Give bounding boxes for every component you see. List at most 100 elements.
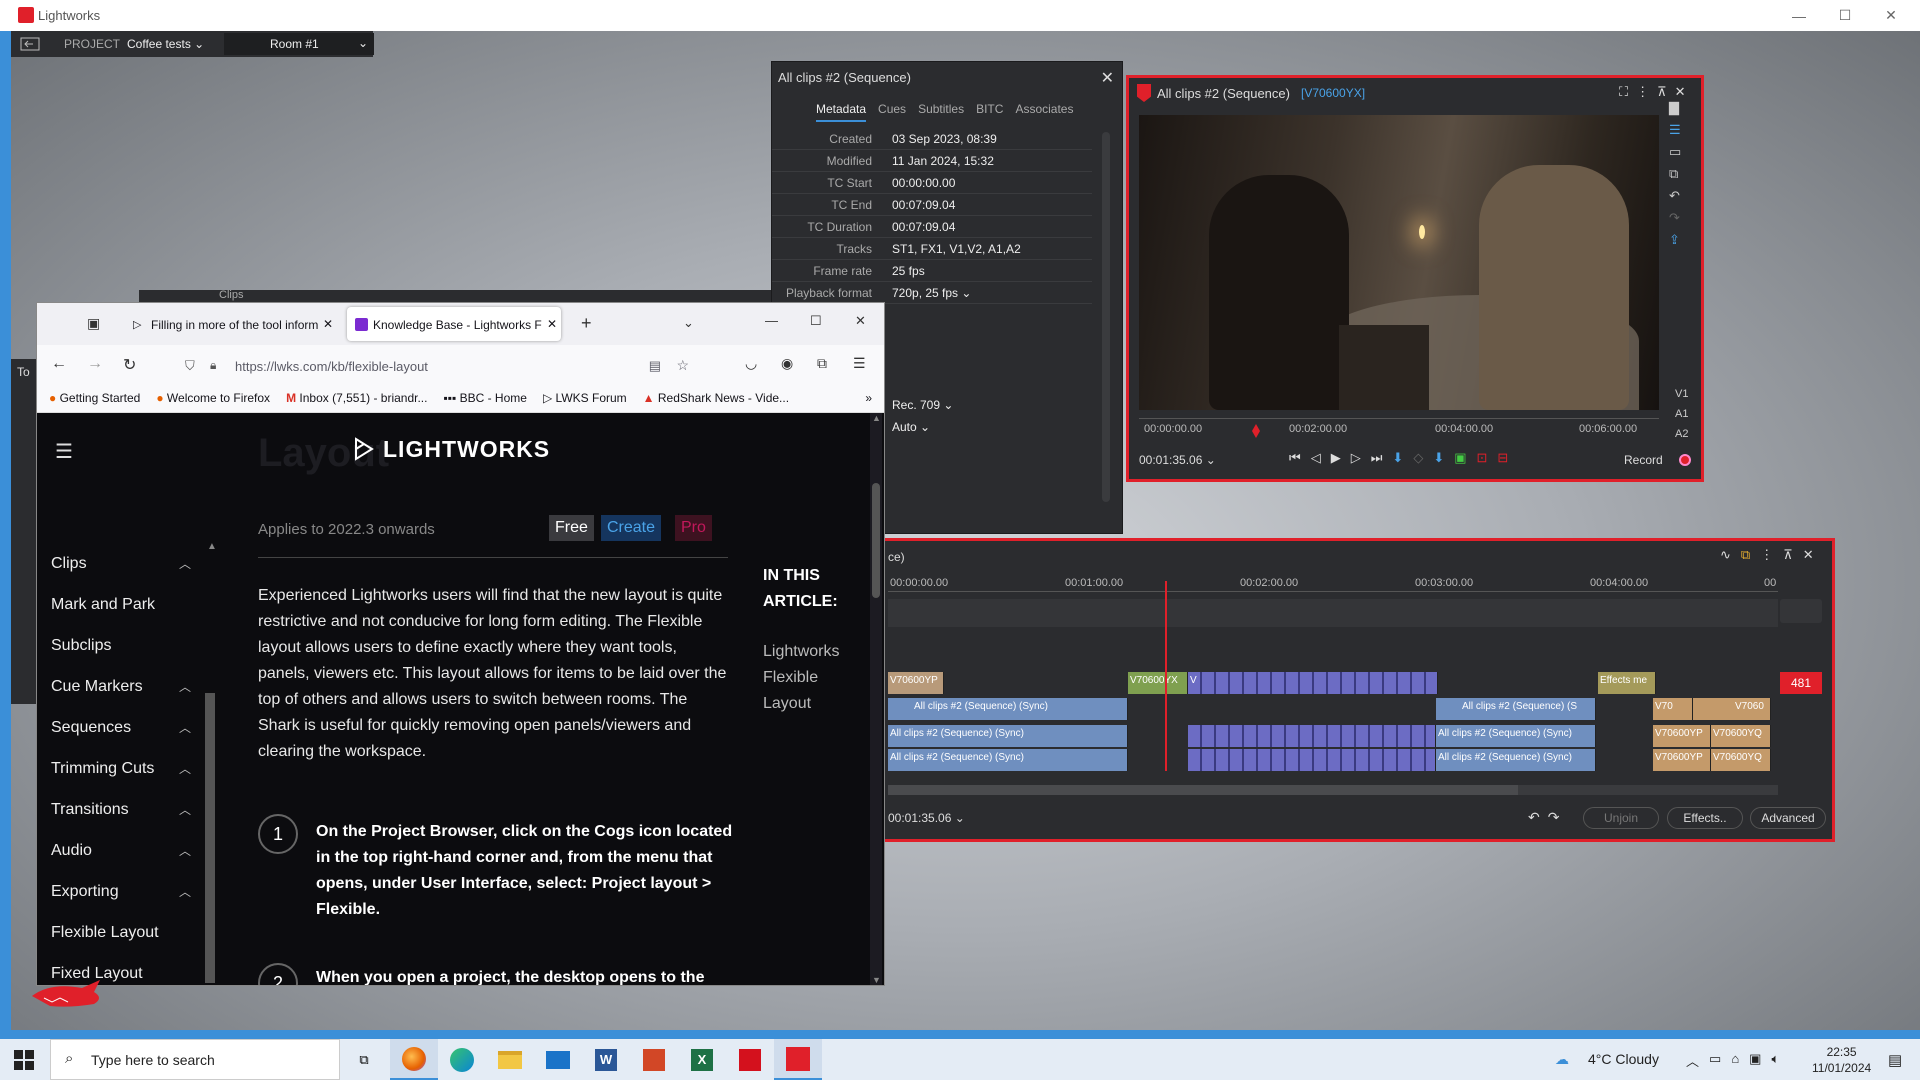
- viewer-ruler[interactable]: 00:00:00.00 00:02:00.00 00:04:00.00 00:0…: [1139, 418, 1659, 440]
- playback-format-dropdown[interactable]: 720p, 25 fps ⌄: [892, 286, 971, 300]
- track-label-v1[interactable]: V1: [1675, 388, 1688, 400]
- list-all-tabs-icon[interactable]: ⌄: [683, 315, 694, 331]
- sidebar-item-exporting[interactable]: Exporting ︿: [51, 883, 191, 901]
- close-tab-icon[interactable]: ✕: [319, 317, 333, 331]
- close-button[interactable]: ✕: [1868, 0, 1914, 31]
- metadata-value[interactable]: 25 fps: [892, 264, 925, 278]
- sidebar-scrollbar[interactable]: [205, 693, 215, 983]
- metadata-value[interactable]: 11 Jan 2024, 15:32: [892, 154, 994, 168]
- timeline-clip[interactable]: V7060: [1693, 698, 1771, 720]
- track-header[interactable]: [1780, 599, 1822, 623]
- timeline-clip-group[interactable]: [1188, 725, 1436, 747]
- close-icon[interactable]: ✕: [1675, 84, 1686, 100]
- shark-icon[interactable]: [30, 978, 106, 1010]
- edge-taskbar-icon[interactable]: [438, 1039, 486, 1080]
- lightworks-taskbar-icon[interactable]: [774, 1039, 822, 1080]
- record-label[interactable]: Record: [1624, 453, 1663, 467]
- mark-out-icon[interactable]: ⬇: [1433, 450, 1444, 466]
- metadata-value[interactable]: 03 Sep 2023, 08:39: [892, 132, 997, 146]
- timeline-clip[interactable]: V70600YP: [888, 672, 944, 694]
- reload-icon[interactable]: ↻: [123, 355, 136, 375]
- scrollbar-thumb[interactable]: [872, 483, 880, 598]
- taskbar-search[interactable]: ⌕ Type here to search: [50, 1039, 340, 1080]
- timeline-clip[interactable]: All clips #2 (Sequence) (Sync): [1436, 749, 1596, 771]
- sync-icon[interactable]: ⧉: [1741, 547, 1750, 563]
- metadata-value[interactable]: 00:07:09.04: [892, 220, 955, 234]
- browser-tab[interactable]: ▷ Filling in more of the tool inform ✕: [125, 307, 337, 341]
- timeline-clip[interactable]: Effects me: [1598, 672, 1656, 694]
- minimize-button[interactable]: —: [1776, 0, 1822, 31]
- bookmark-item[interactable]: ▲ RedShark News - Vide...: [643, 391, 789, 412]
- close-icon[interactable]: ✕: [1101, 68, 1114, 88]
- timeline-clip-group[interactable]: [1188, 749, 1436, 771]
- lock-icon[interactable]: 🔒︎: [210, 358, 216, 373]
- lightworks-logo[interactable]: LIGHTWORKS: [383, 436, 550, 463]
- playhead-marker[interactable]: [1252, 424, 1260, 438]
- mark-in-icon[interactable]: ⬇: [1392, 450, 1403, 466]
- more-options-icon[interactable]: ⋮: [1760, 547, 1773, 563]
- project-name-dropdown[interactable]: Coffee tests ⌄: [127, 37, 204, 51]
- extensions-icon[interactable]: ⧉: [817, 355, 827, 372]
- excel-icon[interactable]: X: [678, 1039, 726, 1080]
- page-scrollbar[interactable]: ▲ ▼: [870, 413, 882, 985]
- notification-icon[interactable]: ▤: [1888, 1051, 1902, 1069]
- bookmark-star-icon[interactable]: ☆: [676, 357, 689, 374]
- mail-icon[interactable]: [534, 1039, 582, 1080]
- step-back-icon[interactable]: ◁: [1311, 450, 1321, 466]
- timeline-clip[interactable]: All clips #2 (Sequence) (S: [1436, 698, 1596, 720]
- play-icon[interactable]: ▶: [1331, 450, 1341, 466]
- timeline-clip-group[interactable]: V: [1188, 672, 1438, 694]
- bookmark-item[interactable]: ● Welcome to Firefox: [156, 391, 270, 412]
- task-view-icon[interactable]: ⧉: [340, 1039, 388, 1080]
- display-icon[interactable]: ▣: [1749, 1051, 1761, 1070]
- tab-bitc[interactable]: BITC: [976, 102, 1003, 122]
- timeline-clip[interactable]: All clips #2 (Sequence) (Sync): [888, 698, 1128, 720]
- auto-dropdown[interactable]: Auto ⌄: [892, 420, 930, 434]
- maximize-button[interactable]: ☐: [1822, 0, 1868, 31]
- video-frame[interactable]: [1139, 115, 1659, 410]
- folder-icon[interactable]: ▇: [1669, 100, 1689, 118]
- reader-view-icon[interactable]: ▤: [649, 358, 661, 374]
- start-icon[interactable]: [14, 1050, 34, 1070]
- replace-icon[interactable]: ⊡: [1477, 450, 1488, 466]
- timeline-clip[interactable]: All clips #2 (Sequence) (Sync): [1436, 725, 1596, 747]
- maximize-button[interactable]: ☐: [810, 313, 822, 329]
- tab-associates[interactable]: Associates: [1015, 102, 1073, 122]
- chevron-up-icon[interactable]: ▲: [872, 413, 881, 423]
- step-forward-icon[interactable]: ▷: [1351, 450, 1361, 466]
- firefox-taskbar-icon[interactable]: [390, 1039, 438, 1080]
- timeline-clip[interactable]: V70: [1653, 698, 1693, 720]
- timeline-playhead[interactable]: [1165, 581, 1167, 771]
- track-label-a1[interactable]: A1: [1675, 408, 1688, 420]
- weather-icon[interactable]: ☁: [1555, 1051, 1569, 1068]
- advanced-button[interactable]: Advanced: [1750, 807, 1826, 829]
- mark-icon[interactable]: ◇: [1413, 450, 1423, 466]
- pin-icon[interactable]: ⊼: [1783, 547, 1793, 563]
- room-dropdown[interactable]: Room #1 ⌄: [224, 33, 374, 55]
- more-options-icon[interactable]: ⋮: [1636, 84, 1649, 100]
- pin-icon[interactable]: ⊼: [1657, 84, 1667, 100]
- timeline-clip[interactable]: All clips #2 (Sequence) (Sync): [888, 725, 1128, 747]
- go-to-start-icon[interactable]: ⏮: [1289, 450, 1301, 466]
- track-label-a2[interactable]: A2: [1675, 428, 1688, 440]
- url-bar[interactable]: ⛉ 🔒︎ https://lwks.com/kb/flexible-layout…: [185, 352, 697, 380]
- bookmark-item[interactable]: ● Getting Started: [49, 391, 140, 412]
- minimize-button[interactable]: —: [765, 313, 778, 328]
- close-tab-icon[interactable]: ✕: [543, 317, 557, 331]
- timeline-clip[interactable]: All clips #2 (Sequence) (Sync): [888, 749, 1128, 771]
- tracking-shield-icon[interactable]: ⛉: [185, 358, 195, 374]
- volume-icon[interactable]: 🔈︎: [1771, 1051, 1779, 1070]
- timeline-clip[interactable]: V70600YQ: [1711, 725, 1771, 747]
- sidebar-item-flexible-layout[interactable]: Flexible Layout: [51, 924, 191, 942]
- new-tab-icon[interactable]: +: [581, 313, 592, 334]
- export-icon[interactable]: ⇪: [1669, 232, 1689, 250]
- viewer-mode-icon[interactable]: ▭: [1669, 144, 1689, 162]
- sidebar-item-audio[interactable]: Audio ︿: [51, 842, 191, 860]
- back-icon[interactable]: ←: [51, 355, 67, 373]
- redo-icon[interactable]: ↷: [1669, 210, 1689, 228]
- chevron-up-icon[interactable]: ︿: [1686, 1051, 1699, 1070]
- record-icon[interactable]: [1679, 454, 1691, 466]
- colour-space-dropdown[interactable]: Rec. 709 ⌄: [892, 398, 953, 412]
- close-button[interactable]: ✕: [855, 313, 866, 329]
- tab-subtitles[interactable]: Subtitles: [918, 102, 964, 122]
